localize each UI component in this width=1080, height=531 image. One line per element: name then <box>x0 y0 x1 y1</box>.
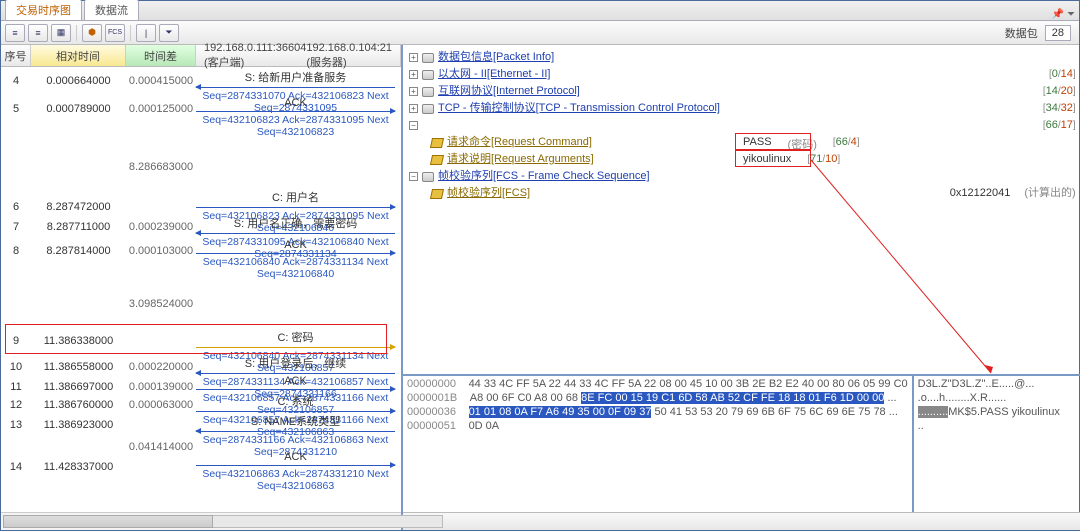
pin-icon[interactable]: 📌 ⏷ <box>1052 9 1075 20</box>
ascii-dump[interactable]: D3L.Z"D3L.Z"..E.....@... .o....h........… <box>912 376 1080 512</box>
tree-fcs-val[interactable]: 帧校验序列[FCS]0x12122041(计算出的) <box>409 185 1076 202</box>
sequence-area: S: 给新用户准备服务Seq=2874331070 Ack=432106823 … <box>196 67 395 512</box>
col-reltime[interactable]: 相对时间 <box>31 45 126 66</box>
right-footer <box>403 512 1080 530</box>
seq-arrow[interactable]: ACKSeq=432106840 Ack=2874331134 Next Seq… <box>196 239 395 280</box>
tb-btn-hex[interactable]: ⬢ <box>82 24 102 42</box>
tree-packetinfo[interactable]: +数据包信息[Packet Info] <box>409 49 1076 66</box>
tag-icon <box>430 189 444 199</box>
db-icon <box>422 70 434 80</box>
tag-icon <box>430 138 444 148</box>
left-pane: 序号 相对时间 时间差 192.168.0.111:36604 (客户端) 19… <box>1 45 403 530</box>
right-pane: +数据包信息[Packet Info] +以太网 - II[Ethernet -… <box>403 45 1080 530</box>
toolbar-value: 28 <box>1045 25 1071 41</box>
tag-icon <box>430 155 444 165</box>
col-endpoints: 192.168.0.111:36604 (客户端) 192.168.0.104:… <box>196 45 401 66</box>
left-scrollbar[interactable] <box>1 512 401 530</box>
red-box-args <box>735 150 811 167</box>
left-header: 序号 相对时间 时间差 192.168.0.111:36604 (客户端) 19… <box>1 45 401 67</box>
tree-ethernet[interactable]: +以太网 - II[Ethernet - II][0/14] <box>409 66 1076 83</box>
tb-btn-drop[interactable]: ⏷ <box>159 24 179 42</box>
packet-tree: +数据包信息[Packet Info] +以太网 - II[Ethernet -… <box>403 45 1080 376</box>
db-icon <box>422 104 434 114</box>
tb-btn-fcs[interactable]: FCS <box>105 24 125 42</box>
client-ep: 192.168.0.111:36604 (客户端) <box>204 42 306 70</box>
col-delta[interactable]: 时间差 <box>126 45 196 66</box>
highlight-row <box>5 324 387 354</box>
tb-btn-2[interactable]: ≡ <box>28 24 48 42</box>
server-ep: 192.168.0.104:21 (服务器) <box>306 42 392 70</box>
db-icon <box>422 87 434 97</box>
hex-dump[interactable]: 00000000 44 33 4C FF 5A 22 44 33 4C FF 5… <box>403 376 912 512</box>
tree-ip[interactable]: +互联网协议[Internet Protocol][14/20] <box>409 83 1076 100</box>
seq-arrow[interactable]: ACKSeq=432106863 Ack=2874331210 Next Seq… <box>196 451 395 492</box>
col-index[interactable]: 序号 <box>1 45 31 66</box>
tab-sequence[interactable]: 交易时序图 <box>5 0 82 20</box>
tree-tcp[interactable]: +TCP - 传输控制协议[TCP - Transmission Control… <box>409 100 1076 117</box>
seq-arrow[interactable]: ACKSeq=432106823 Ack=2874331095 Next Seq… <box>196 97 395 138</box>
red-box-pass <box>735 133 811 150</box>
tree-blank[interactable]: −[66/17] <box>409 117 1076 134</box>
app-root: 交易时序图 数据流 📌 ⏷ ≡ ≡ ▦ ⬢ FCS | ⏷ 数据包 28 序号 … <box>0 0 1080 531</box>
toolbar: ≡ ≡ ▦ ⬢ FCS | ⏷ 数据包 28 <box>1 21 1079 45</box>
top-tabs: 交易时序图 数据流 📌 ⏷ <box>1 1 1079 21</box>
tab-dataflow[interactable]: 数据流 <box>84 0 139 20</box>
hex-pane: 00000000 44 33 4C FF 5A 22 44 33 4C FF 5… <box>403 376 1080 512</box>
db-icon <box>422 53 434 63</box>
db-icon <box>422 172 434 182</box>
tb-btn-3[interactable]: ▦ <box>51 24 71 42</box>
toolbar-label: 数据包 <box>1005 25 1038 41</box>
tb-btn-1[interactable]: ≡ <box>5 24 25 42</box>
left-body: 40.0006640000.00041500050.0007890000.000… <box>1 67 401 512</box>
tree-fcs[interactable]: −帧校验序列[FCS - Frame Check Sequence] <box>409 168 1076 185</box>
tb-btn-pipe[interactable]: | <box>136 24 156 42</box>
